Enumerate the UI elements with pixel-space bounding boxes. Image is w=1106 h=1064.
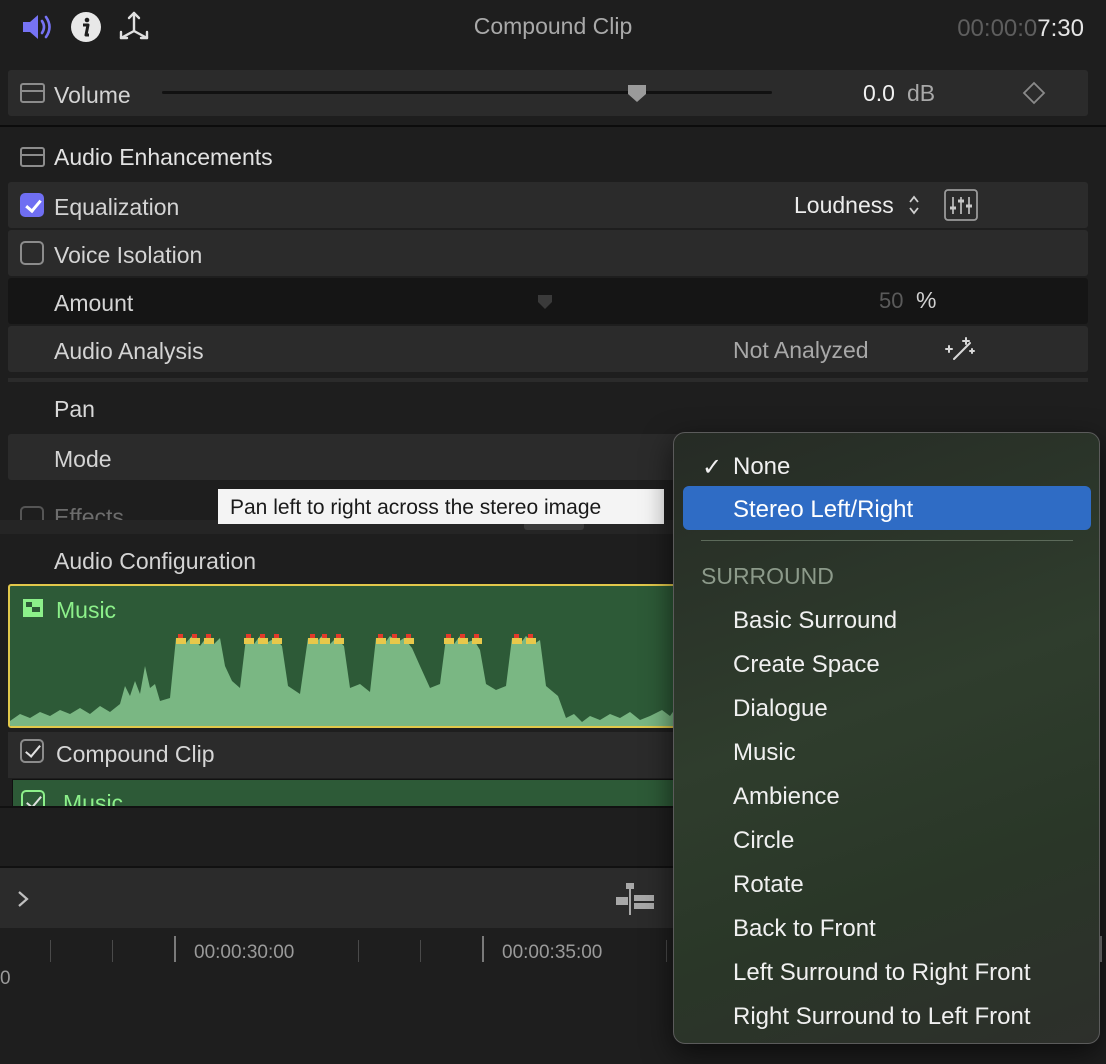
audio-configuration-label: Audio Configuration — [54, 548, 257, 574]
volume-slider-knob[interactable] — [626, 83, 648, 103]
audio-analysis-status: Not Analyzed — [733, 337, 869, 363]
ruler-label: 00:00:35:00 — [502, 942, 603, 963]
ruler-tick — [420, 940, 421, 962]
menu-item-none[interactable]: None — [733, 453, 790, 481]
ruler-tick-major — [1100, 936, 1102, 962]
menu-item[interactable]: Rotate — [733, 871, 804, 899]
timeline-toolbar — [0, 866, 673, 928]
tooltip: Pan left to right across the stereo imag… — [218, 489, 664, 524]
checkmark-icon: ✓ — [702, 454, 723, 481]
menu-item[interactable]: Left Surround to Right Front — [733, 959, 1031, 987]
keyframe-diamond-icon[interactable] — [1022, 81, 1046, 105]
inspector-header: Compound Clip 00:00:07:30 — [0, 0, 1106, 60]
equalization-checkbox[interactable] — [20, 193, 44, 217]
menu-item[interactable]: Music — [733, 739, 796, 767]
amount-unit: % — [916, 287, 937, 313]
divider — [0, 125, 1106, 127]
audio-waveform — [10, 634, 706, 726]
ruler-fragment: 0 — [0, 968, 11, 989]
page-title: Compound Clip — [473, 13, 633, 39]
volume-label: Volume — [54, 82, 131, 108]
ruler-tick-major — [174, 936, 176, 962]
effects-label: Effects — [54, 504, 124, 521]
equalizer-icon[interactable] — [944, 189, 978, 221]
audio-clip-music[interactable]: Music — [8, 584, 708, 728]
amount-value[interactable]: 50 — [879, 290, 903, 312]
menu-item[interactable]: Create Space — [733, 651, 880, 679]
volume-row: Volume 0.0 dB — [8, 70, 1088, 116]
audio-analysis-row: Audio Analysis Not Analyzed — [8, 326, 1088, 372]
volume-slider-track[interactable] — [162, 91, 772, 94]
equalization-row: Equalization Loudness — [8, 182, 1088, 228]
menu-item[interactable]: Circle — [733, 827, 794, 855]
ruler-tick — [50, 940, 51, 962]
pan-mode-menu: ✓ None Stereo Left/Right SURROUND Basic … — [673, 432, 1100, 1044]
section-toggle-icon[interactable] — [20, 83, 45, 103]
magic-wand-icon[interactable] — [942, 335, 976, 363]
section-title-audio-enhancements: Audio Enhancements — [54, 144, 273, 170]
chevron-updown-icon[interactable] — [907, 193, 921, 217]
timecode-display: 00:00:07:30 — [957, 15, 1084, 42]
clip-role-icon — [23, 599, 43, 617]
menu-item-stereo-left-right[interactable]: Stereo Left/Right — [733, 496, 913, 524]
menu-item[interactable]: Dialogue — [733, 695, 828, 723]
empty-pane — [0, 806, 673, 866]
amount-slider-knob[interactable] — [536, 293, 554, 311]
menu-item[interactable]: Ambience — [733, 783, 840, 811]
compound-clip-row: Compound Clip — [8, 732, 688, 778]
voice-isolation-row: Voice Isolation — [8, 230, 1088, 276]
ruler-tick — [666, 940, 667, 962]
menu-separator — [701, 540, 1073, 541]
snapping-icon[interactable] — [614, 882, 656, 916]
equalization-label: Equalization — [54, 194, 180, 220]
volume-value[interactable]: 0.0 — [863, 82, 895, 105]
divider — [8, 378, 1088, 382]
menu-item[interactable]: Basic Surround — [733, 607, 897, 635]
ruler-tick-major — [482, 936, 484, 962]
volume-unit: dB — [907, 80, 936, 106]
equalization-preset-select[interactable]: Loudness — [794, 194, 894, 217]
ruler-tick — [112, 940, 113, 962]
compound-clip-checkbox[interactable] — [20, 739, 44, 763]
amount-row: Amount 50 % — [8, 278, 1088, 324]
audio-subclip-music[interactable]: Music — [12, 779, 712, 809]
compound-clip-label: Compound Clip — [56, 741, 215, 767]
pan-mode-label: Mode — [54, 446, 112, 472]
section-toggle-icon[interactable] — [20, 147, 45, 167]
clip-name: Music — [56, 597, 117, 623]
voice-isolation-checkbox[interactable] — [20, 241, 44, 265]
section-title-pan: Pan — [54, 396, 95, 422]
chevron-right-icon[interactable] — [14, 888, 32, 910]
ruler-label: 00:00:30:00 — [194, 942, 295, 963]
menu-section-header: SURROUND — [701, 563, 834, 589]
menu-item[interactable]: Right Surround to Left Front — [733, 1003, 1031, 1031]
amount-label: Amount — [54, 290, 134, 316]
voice-isolation-label: Voice Isolation — [54, 242, 203, 268]
effects-checkbox[interactable] — [20, 506, 44, 520]
audio-analysis-label: Audio Analysis — [54, 338, 204, 364]
menu-item[interactable]: Back to Front — [733, 915, 876, 943]
ruler-tick — [358, 940, 359, 962]
